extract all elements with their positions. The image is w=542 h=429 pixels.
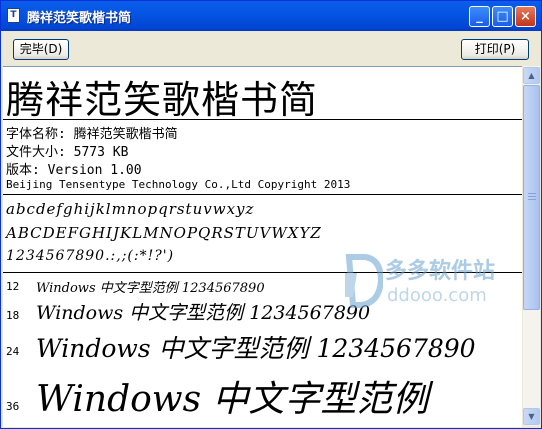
size-label: 36 (6, 400, 20, 413)
size-label: 18 (6, 309, 20, 322)
size-label: 12 (6, 280, 20, 293)
uppercase-sample: ABCDEFGHIJKLMNOPQRSTUVWXYZ (6, 224, 322, 242)
size-sample-text: Windows 中文字型范例 (36, 379, 429, 420)
font-preview-area: 腾祥范笑歌楷书简 字体名称: 腾祥范笑歌楷书简 文件大小: 5773 KB 版本… (3, 66, 522, 427)
font-name-line: 字体名称: 腾祥范笑歌楷书简 (6, 127, 178, 142)
grip-line (528, 196, 536, 197)
scroll-thumb[interactable] (523, 85, 540, 310)
grip-line (528, 199, 536, 200)
size-sample-row: 36 Windows 中文字型范例 (3, 370, 522, 427)
watermark-text: 多多软件站 (385, 259, 496, 284)
size-sample-text: Windows 中文字型范例 1234567890 (36, 281, 265, 296)
size-sample-row: 24 Windows 中文字型范例 1234567890 (3, 328, 522, 368)
title-bar[interactable]: T 腾祥范笑歌楷书简 _ □ × (1, 1, 541, 31)
copyright-line: Beijing Tensentype Technology Co.,Ltd Co… (6, 178, 351, 191)
file-size-line: 文件大小: 5773 KB (6, 145, 129, 160)
size-sample-text: Windows 中文字型范例 1234567890 (36, 302, 371, 324)
grip-line (528, 193, 536, 194)
watermark-url: ddooo.com (387, 285, 487, 306)
version-line: 版本: Version 1.00 (6, 163, 142, 178)
scroll-up-arrow-icon[interactable]: ▲ (523, 67, 540, 84)
watermark-logo-icon (345, 254, 383, 308)
digits-sample: 1234567890.:,;(:*!?') (6, 248, 175, 264)
size-sample-text: Windows 中文字型范例 1234567890 (36, 334, 476, 363)
size-label: 24 (6, 345, 20, 358)
scroll-down-arrow-icon[interactable]: ▼ (523, 408, 540, 425)
lowercase-sample: abcdefghijklmnopqrstuvwxyz (6, 200, 255, 218)
minimize-button[interactable]: _ (469, 6, 490, 27)
divider (3, 119, 522, 120)
window-title: 腾祥范笑歌楷书简 (27, 11, 132, 26)
toolbar: 完毕(D) 打印(P) (2, 31, 540, 65)
font-viewer-window: T 腾祥范笑歌楷书简 _ □ × 完毕(D) 打印(P) 腾祥范笑歌楷书简 字体… (0, 0, 542, 429)
divider (3, 194, 522, 195)
close-button[interactable]: × (515, 6, 536, 27)
finish-button[interactable]: 完毕(D) (13, 39, 69, 60)
font-title-sample: 腾祥范笑歌楷书简 (6, 78, 319, 122)
vertical-scrollbar[interactable]: ▲ ▼ (523, 66, 540, 426)
maximize-button[interactable]: □ (492, 6, 513, 27)
font-file-icon[interactable]: T (7, 8, 20, 23)
site-watermark: 多多软件站 ddooo.com (343, 253, 522, 313)
print-button[interactable]: 打印(P) (461, 39, 529, 60)
